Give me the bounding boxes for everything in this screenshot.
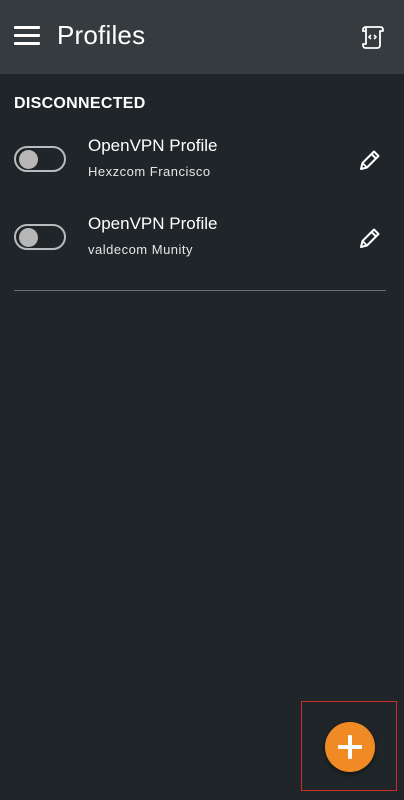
edit-profile-button[interactable] <box>356 224 384 252</box>
app-toolbar: Profiles <box>0 0 404 74</box>
add-profile-button[interactable] <box>325 722 375 772</box>
profile-name: OpenVPN Profile <box>88 214 218 233</box>
profile-item[interactable]: OpenVPN Profile Hexzcom Francisco <box>0 132 404 192</box>
page-title: Profiles <box>57 20 146 50</box>
pencil-icon <box>360 228 380 248</box>
list-divider <box>14 290 386 291</box>
profile-name: OpenVPN Profile <box>88 136 218 155</box>
toggle-knob <box>19 150 38 169</box>
profile-subtitle: valdecom Munity <box>88 242 194 257</box>
profiles-screen: Profiles DISCONNECTED OpenVPN Profile He… <box>0 0 404 800</box>
scroll-code-icon[interactable] <box>360 24 386 50</box>
connection-toggle[interactable] <box>14 146 66 172</box>
edit-profile-button[interactable] <box>356 146 384 174</box>
profile-subtitle: Hexzcom Francisco <box>88 164 211 179</box>
section-header-disconnected: DISCONNECTED <box>14 95 146 112</box>
pencil-icon <box>360 150 380 170</box>
toggle-knob <box>19 228 38 247</box>
connection-toggle[interactable] <box>14 224 66 250</box>
profile-item[interactable]: OpenVPN Profile valdecom Munity <box>0 210 404 270</box>
hamburger-menu-icon[interactable] <box>14 26 40 46</box>
